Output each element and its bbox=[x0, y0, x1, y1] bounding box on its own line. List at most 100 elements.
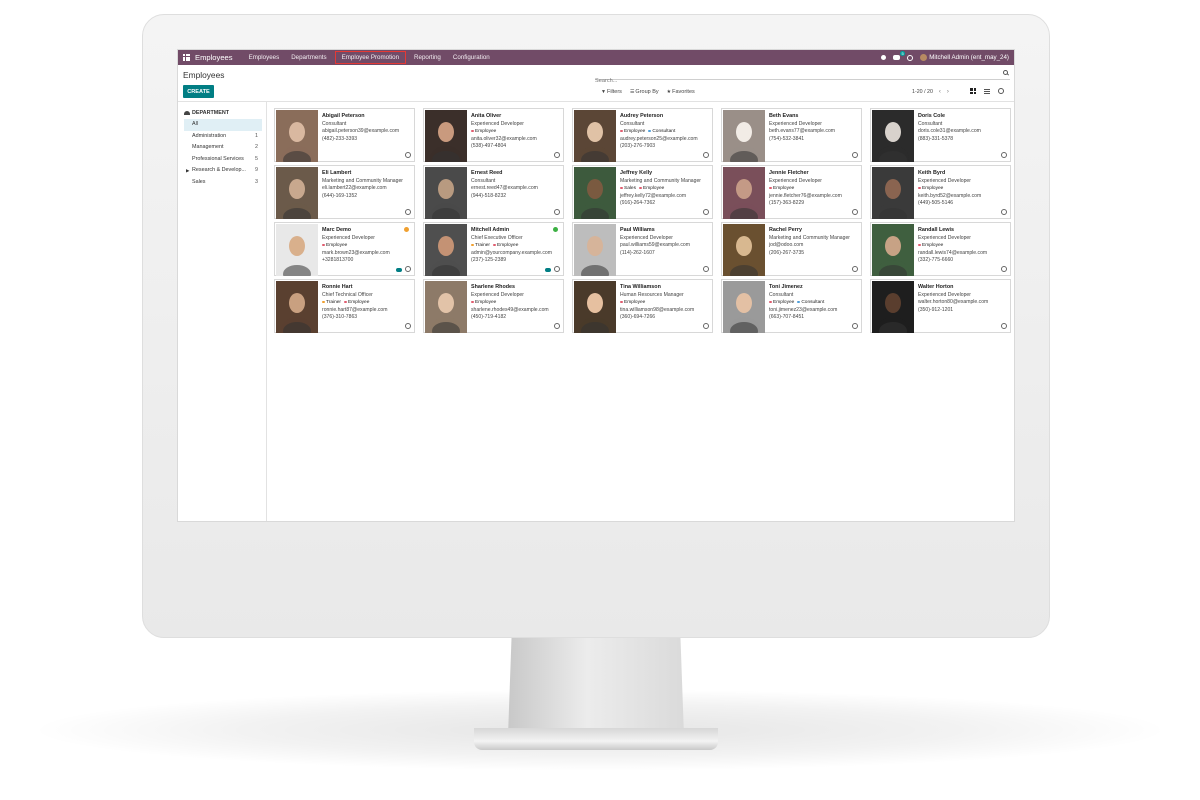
filters-button[interactable]: ▼Filters bbox=[601, 89, 622, 95]
department-item-management[interactable]: Management 2 bbox=[184, 142, 262, 154]
pager-previous-icon[interactable]: ‹ bbox=[939, 89, 941, 95]
employee-card[interactable]: Toni Jimenez Consultant Employee Consultant… bbox=[721, 279, 862, 333]
message-icon[interactable] bbox=[396, 268, 402, 272]
activity-clock-icon[interactable] bbox=[703, 152, 709, 158]
activity-clock-icon[interactable] bbox=[1001, 152, 1007, 158]
activity-clock-icon[interactable] bbox=[405, 209, 411, 215]
activity-clock-icon[interactable] bbox=[405, 152, 411, 158]
list-view-icon[interactable] bbox=[984, 88, 990, 94]
user-menu[interactable]: Mitchell Admin (ent_may_24) bbox=[920, 54, 1009, 61]
activity-clock-icon[interactable] bbox=[554, 209, 560, 215]
apps-menu-icon[interactable] bbox=[183, 54, 190, 61]
activity-clock-icon[interactable] bbox=[703, 323, 709, 329]
employee-phone: +3281813700 bbox=[322, 257, 354, 264]
activity-clock-icon[interactable] bbox=[554, 152, 560, 158]
groupby-button[interactable]: ☰Group By bbox=[630, 89, 659, 95]
messages-icon[interactable]: 5 bbox=[893, 51, 906, 60]
activity-clock-icon[interactable] bbox=[703, 209, 709, 215]
kanban-view-icon[interactable] bbox=[970, 88, 976, 94]
caret-right-icon[interactable]: ▶ bbox=[186, 165, 189, 177]
employee-job-title: Chief Executive Officer bbox=[471, 234, 523, 241]
employee-card[interactable]: Tina Williamson Human Resources Manager Em… bbox=[572, 279, 713, 333]
employee-card[interactable]: Abigail Peterson Consultant abigail.peters… bbox=[274, 108, 415, 162]
menu-reporting[interactable]: Reporting bbox=[408, 50, 447, 65]
employee-card[interactable]: Walter Horton Experienced Developer walter… bbox=[870, 279, 1011, 333]
activity-clock-icon[interactable] bbox=[907, 54, 914, 61]
employee-info: Mitchell Admin Chief Executive Officer Tra… bbox=[471, 227, 559, 265]
favorites-button[interactable]: ★Favorites bbox=[667, 89, 695, 95]
employee-info: Ronnie Hart Chief Technical Officer Traine… bbox=[322, 284, 410, 322]
pager-next-icon[interactable]: › bbox=[947, 89, 949, 95]
menu-departments[interactable]: Departments bbox=[285, 50, 332, 65]
employee-card[interactable]: Rachel Perry Marketing and Community Mana… bbox=[721, 222, 862, 276]
employee-card[interactable]: Sharlene Rhodes Experienced Developer Empl… bbox=[423, 279, 564, 333]
activity-clock-icon[interactable] bbox=[852, 266, 858, 272]
employee-name: Abigail Peterson bbox=[322, 113, 365, 119]
department-item-all[interactable]: All bbox=[184, 119, 262, 131]
activity-clock-icon[interactable] bbox=[852, 152, 858, 158]
employee-card[interactable]: Jennie Fletcher Experienced Developer Empl… bbox=[721, 165, 862, 219]
tag-color-dot bbox=[648, 129, 651, 133]
employee-card[interactable]: Paul Williams Experienced Developer paul.w… bbox=[572, 222, 713, 276]
star-icon: ★ bbox=[666, 89, 672, 95]
employee-phone: (203)-276-7903 bbox=[620, 143, 656, 150]
employee-info: Marc Demo Experienced Developer Employee ma… bbox=[322, 227, 410, 265]
employee-card[interactable]: Doris Cole Consultant doris.cole31@example… bbox=[870, 108, 1011, 162]
activity-clock-icon[interactable] bbox=[852, 209, 858, 215]
activity-clock-icon[interactable] bbox=[703, 266, 709, 272]
activity-clock-icon[interactable] bbox=[554, 266, 560, 272]
create-button[interactable]: CREATE bbox=[183, 85, 214, 98]
debug-icon[interactable] bbox=[881, 55, 887, 60]
activity-clock-icon[interactable] bbox=[554, 323, 560, 329]
employee-info: Tina Williamson Human Resources Manager Em… bbox=[620, 284, 708, 322]
employee-tags: Employee Consultant bbox=[769, 299, 857, 307]
employee-card[interactable]: Mitchell Admin Chief Executive Officer Tra… bbox=[423, 222, 564, 276]
employee-tags: Employee bbox=[471, 128, 559, 136]
employee-info: Toni Jimenez Consultant Employee Consultant… bbox=[769, 284, 857, 322]
employee-card[interactable]: Audrey Peterson Consultant Employee Consult… bbox=[572, 108, 713, 162]
department-count: 5 bbox=[255, 155, 258, 162]
employee-card[interactable]: Eli Lambert Marketing and Community Manag… bbox=[274, 165, 415, 219]
employee-job-title: Experienced Developer bbox=[918, 177, 971, 184]
department-item-research-development[interactable]: ▶ Research & Develop... 9 bbox=[184, 165, 262, 177]
search-input[interactable] bbox=[595, 76, 995, 86]
message-icon[interactable] bbox=[545, 268, 551, 272]
app-name[interactable]: Employees bbox=[195, 53, 233, 62]
employee-info: Eli Lambert Marketing and Community Manag… bbox=[322, 170, 410, 200]
activity-clock-icon[interactable] bbox=[405, 323, 411, 329]
employee-name: Anita Oliver bbox=[471, 113, 502, 119]
menu-employee-promotion[interactable]: Employee Promotion bbox=[334, 51, 407, 64]
employee-card[interactable]: Keith Byrd Experienced Developer Employee k… bbox=[870, 165, 1011, 219]
employee-card[interactable]: Marc Demo Experienced Developer Employee ma… bbox=[274, 222, 415, 276]
employee-name: Ernest Reed bbox=[471, 170, 503, 176]
employee-job-title: Consultant bbox=[471, 177, 496, 184]
department-item-administration[interactable]: Administration 1 bbox=[184, 131, 262, 143]
employee-card[interactable]: Randall Lewis Experienced Developer Employ… bbox=[870, 222, 1011, 276]
pager-value[interactable]: 1-20 / 20 bbox=[912, 89, 933, 95]
employee-info: Beth Evans Experienced Developer beth.evan… bbox=[769, 113, 857, 143]
top-navbar: Employees Employees Departments Employee… bbox=[178, 50, 1014, 65]
layers-icon: ☰ bbox=[629, 89, 635, 95]
employee-card[interactable]: Ernest Reed Consultant ernest.reed47@examp… bbox=[423, 165, 564, 219]
department-label: Professional Services bbox=[192, 155, 244, 162]
activity-clock-icon[interactable] bbox=[1001, 323, 1007, 329]
tag-color-dot bbox=[639, 186, 642, 190]
activity-clock-icon[interactable] bbox=[1001, 266, 1007, 272]
activity-clock-icon[interactable] bbox=[852, 323, 858, 329]
activity-view-icon[interactable] bbox=[998, 88, 1004, 94]
employee-card[interactable]: Ronnie Hart Chief Technical Officer Traine… bbox=[274, 279, 415, 333]
menu-configuration[interactable]: Configuration bbox=[447, 50, 496, 65]
activity-clock-icon[interactable] bbox=[1001, 209, 1007, 215]
tag-color-dot bbox=[322, 300, 325, 304]
department-item-professional-services[interactable]: Professional Services 5 bbox=[184, 154, 262, 166]
employee-phone: (644)-169-1352 bbox=[322, 192, 358, 199]
employee-card[interactable]: Anita Oliver Experienced Developer Employe… bbox=[423, 108, 564, 162]
employee-job-title: Consultant bbox=[322, 120, 347, 127]
search-icon[interactable] bbox=[1003, 70, 1008, 75]
department-item-sales[interactable]: Sales 3 bbox=[184, 177, 262, 189]
menu-employees[interactable]: Employees bbox=[243, 50, 286, 65]
search-bar bbox=[595, 69, 1010, 86]
activity-clock-icon[interactable] bbox=[405, 266, 411, 272]
employee-card[interactable]: Jeffrey Kelly Marketing and Community Man… bbox=[572, 165, 713, 219]
employee-card[interactable]: Beth Evans Experienced Developer beth.evan… bbox=[721, 108, 862, 162]
